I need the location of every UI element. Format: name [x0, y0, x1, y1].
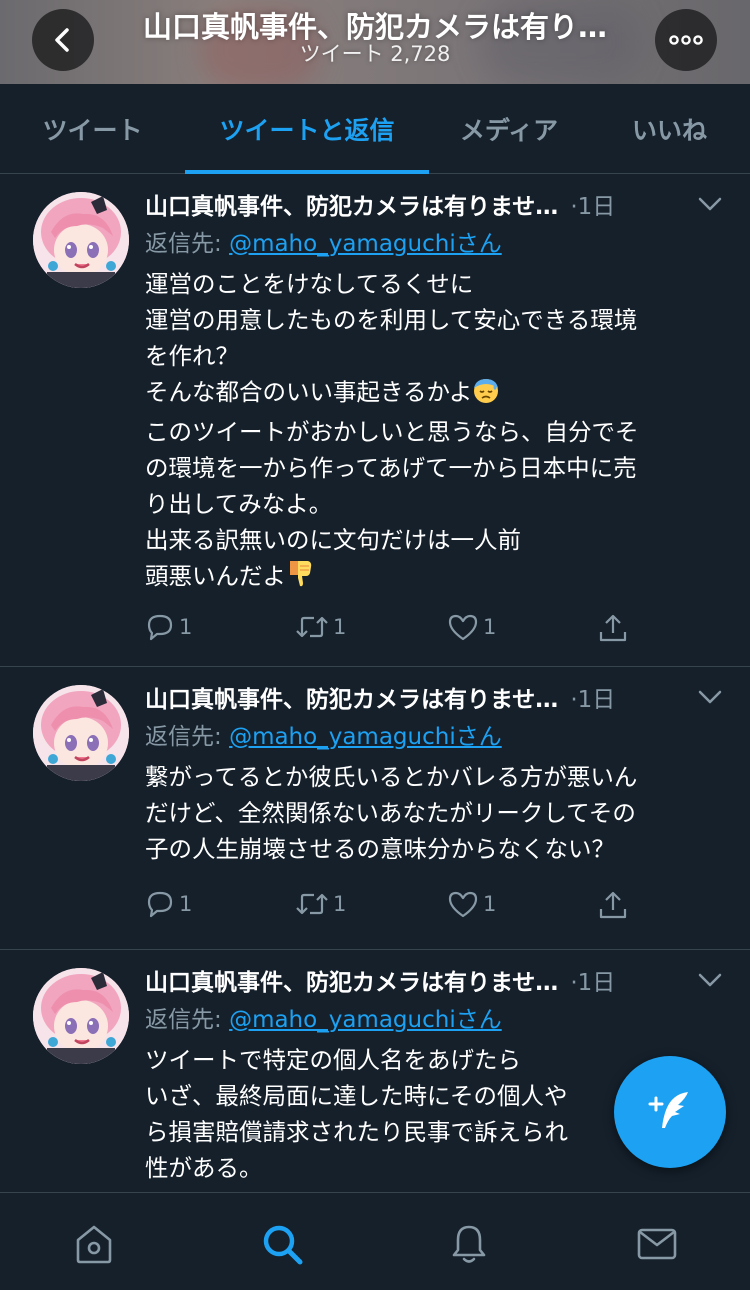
like-count: 1: [483, 892, 497, 916]
tweet-text-fragment: 頭悪いんだよ: [145, 562, 286, 590]
compose-feather-icon: [648, 1092, 688, 1128]
reply-to-line: 返信先: @maho_yamaguchiさん: [145, 1000, 730, 1040]
home-icon: [76, 1225, 112, 1264]
downcast-face-with-sweat-emoji: [472, 376, 500, 414]
avatar[interactable]: [33, 192, 129, 288]
tweet-text-line: だけど、全然関係ないあなたがリークしてその: [145, 799, 636, 827]
more-dots-icon: [669, 35, 703, 45]
tweet-text-line: 出来る訳無いのに文句だけは一人前: [145, 526, 521, 554]
search-icon: [263, 1225, 303, 1265]
retweet-button[interactable]: 1: [295, 612, 346, 642]
reply-to-line: 返信先: @maho_yamaguchiさん: [145, 717, 730, 757]
reply-to-handle-link[interactable]: @maho_yamaguchiさん: [229, 231, 502, 257]
tweet[interactable]: 山口真帆事件、防犯カメラは有りませ… ·1日 返信先: @maho_yamagu…: [0, 174, 750, 667]
share-button[interactable]: [597, 612, 629, 644]
nav-search-button[interactable]: [259, 1221, 305, 1267]
share-icon: [599, 614, 627, 642]
like-button[interactable]: 1: [447, 612, 496, 642]
tweet-text-line: り出してみなよ。: [145, 490, 333, 518]
share-icon: [599, 891, 627, 919]
tweet-feed[interactable]: 山口真帆事件、防犯カメラは有りませ… ·1日 返信先: @maho_yamagu…: [0, 174, 750, 1192]
profile-header: 山口真帆事件、防犯カメラは有り… ツイート 2,728: [0, 0, 750, 84]
reply-to-label: 返信先:: [145, 1007, 230, 1033]
like-count: 1: [483, 615, 497, 639]
compose-tweet-button[interactable]: [614, 1056, 726, 1168]
heart-icon: [448, 614, 478, 641]
tab-likes[interactable]: いいね: [589, 84, 750, 174]
tweet-text-line: 運営の用意したものを利用して安心できる環境: [145, 306, 638, 334]
tweet-menu-button[interactable]: [698, 197, 722, 211]
nav-notifications-button[interactable]: [446, 1221, 492, 1267]
reply-icon: [147, 614, 173, 641]
tweet-author-name[interactable]: 山口真帆事件、防犯カメラは有りませ…: [145, 680, 558, 714]
tweet-text-line: 運営のことをけなしてるくせに: [145, 270, 474, 298]
reply-count: 1: [179, 892, 193, 916]
tab-tweets-and-replies[interactable]: ツイートと返信: [185, 84, 429, 174]
reply-to-label: 返信先:: [145, 724, 230, 750]
back-button[interactable]: [32, 9, 94, 71]
tweet[interactable]: 山口真帆事件、防犯カメラは有りませ… ·1日 返信先: @maho_yamagu…: [0, 667, 750, 950]
tweet-text-line: そんな都合のいい事起きるかよ: [145, 374, 730, 414]
retweet-icon: [296, 616, 328, 638]
chevron-down-icon: [698, 690, 722, 704]
tab-tweets[interactable]: ツイート: [0, 84, 185, 174]
avatar[interactable]: [33, 685, 129, 781]
reply-button[interactable]: 1: [145, 889, 192, 919]
reply-to-line: 返信先: @maho_yamaguchiさん: [145, 224, 730, 264]
reply-button[interactable]: 1: [145, 612, 192, 642]
tweet-timestamp[interactable]: ·1日: [570, 680, 615, 714]
like-button[interactable]: 1: [447, 889, 496, 919]
tweet-text-line: の環境を一から作ってあげて一から日本中に売: [145, 454, 637, 482]
more-options-button[interactable]: [655, 9, 717, 71]
tweet-text-line: 頭悪いんだよ: [145, 558, 730, 598]
tweet-actions: 1 1 1: [145, 889, 645, 929]
profile-tabs: ツイート ツイートと返信 メディア いいね: [0, 84, 750, 174]
reply-to-handle-link[interactable]: @maho_yamaguchiさん: [229, 724, 502, 750]
tweet-timestamp[interactable]: ·1日: [570, 963, 615, 997]
tweet-menu-button[interactable]: [698, 690, 722, 704]
reply-to-label: 返信先:: [145, 231, 230, 257]
chevron-down-icon: [698, 973, 722, 987]
tweet-author-name[interactable]: 山口真帆事件、防犯カメラは有りませ…: [145, 187, 558, 221]
tweet-text: 運営のことをけなしてるくせに 運営の用意したものを利用して安心できる環境 を作れ…: [145, 266, 730, 598]
retweet-button[interactable]: 1: [295, 889, 346, 919]
tweet-timestamp[interactable]: ·1日: [570, 187, 615, 221]
tweet-text-line: を作れ？: [145, 342, 239, 370]
nav-messages-button[interactable]: [634, 1221, 680, 1267]
retweet-icon: [296, 893, 328, 915]
tweet-text: 繋がってるとか彼氏いるとかバレる方が悪いん だけど、全然関係ないあなたがリークし…: [145, 759, 730, 867]
bell-icon: [452, 1225, 486, 1263]
tweet-text-line: 繋がってるとか彼氏いるとかバレる方が悪いん: [145, 763, 638, 791]
tweet-text-fragment: そんな都合のいい事起きるかよ: [145, 378, 473, 406]
retweet-count: 1: [333, 615, 347, 639]
tweet-text-line: このツイートがおかしいと思うなら、自分でそ: [145, 418, 639, 446]
tweet-actions: 1 1 1: [145, 612, 645, 652]
envelope-icon: [637, 1228, 677, 1260]
tab-media[interactable]: メディア: [429, 84, 589, 174]
tweet-text-line: 子の人生崩壊させるの意味分からなくない？: [145, 835, 615, 863]
tweet-author-name[interactable]: 山口真帆事件、防犯カメラは有りませ…: [145, 963, 558, 997]
tweet-menu-button[interactable]: [698, 973, 722, 987]
heart-icon: [448, 891, 478, 918]
chevron-left-icon: [55, 28, 69, 52]
retweet-count: 1: [333, 892, 347, 916]
bottom-tab-bar: [0, 1192, 750, 1290]
reply-icon: [147, 891, 173, 918]
nav-home-button[interactable]: [71, 1221, 117, 1267]
thumbs-down-emoji: [286, 558, 314, 598]
chevron-down-icon: [698, 197, 722, 211]
tweet-count: ツイート 2,728: [299, 42, 451, 66]
reply-to-handle-link[interactable]: @maho_yamaguchiさん: [229, 1007, 502, 1033]
share-button[interactable]: [597, 889, 629, 921]
reply-count: 1: [179, 615, 193, 639]
avatar[interactable]: [33, 968, 129, 1064]
